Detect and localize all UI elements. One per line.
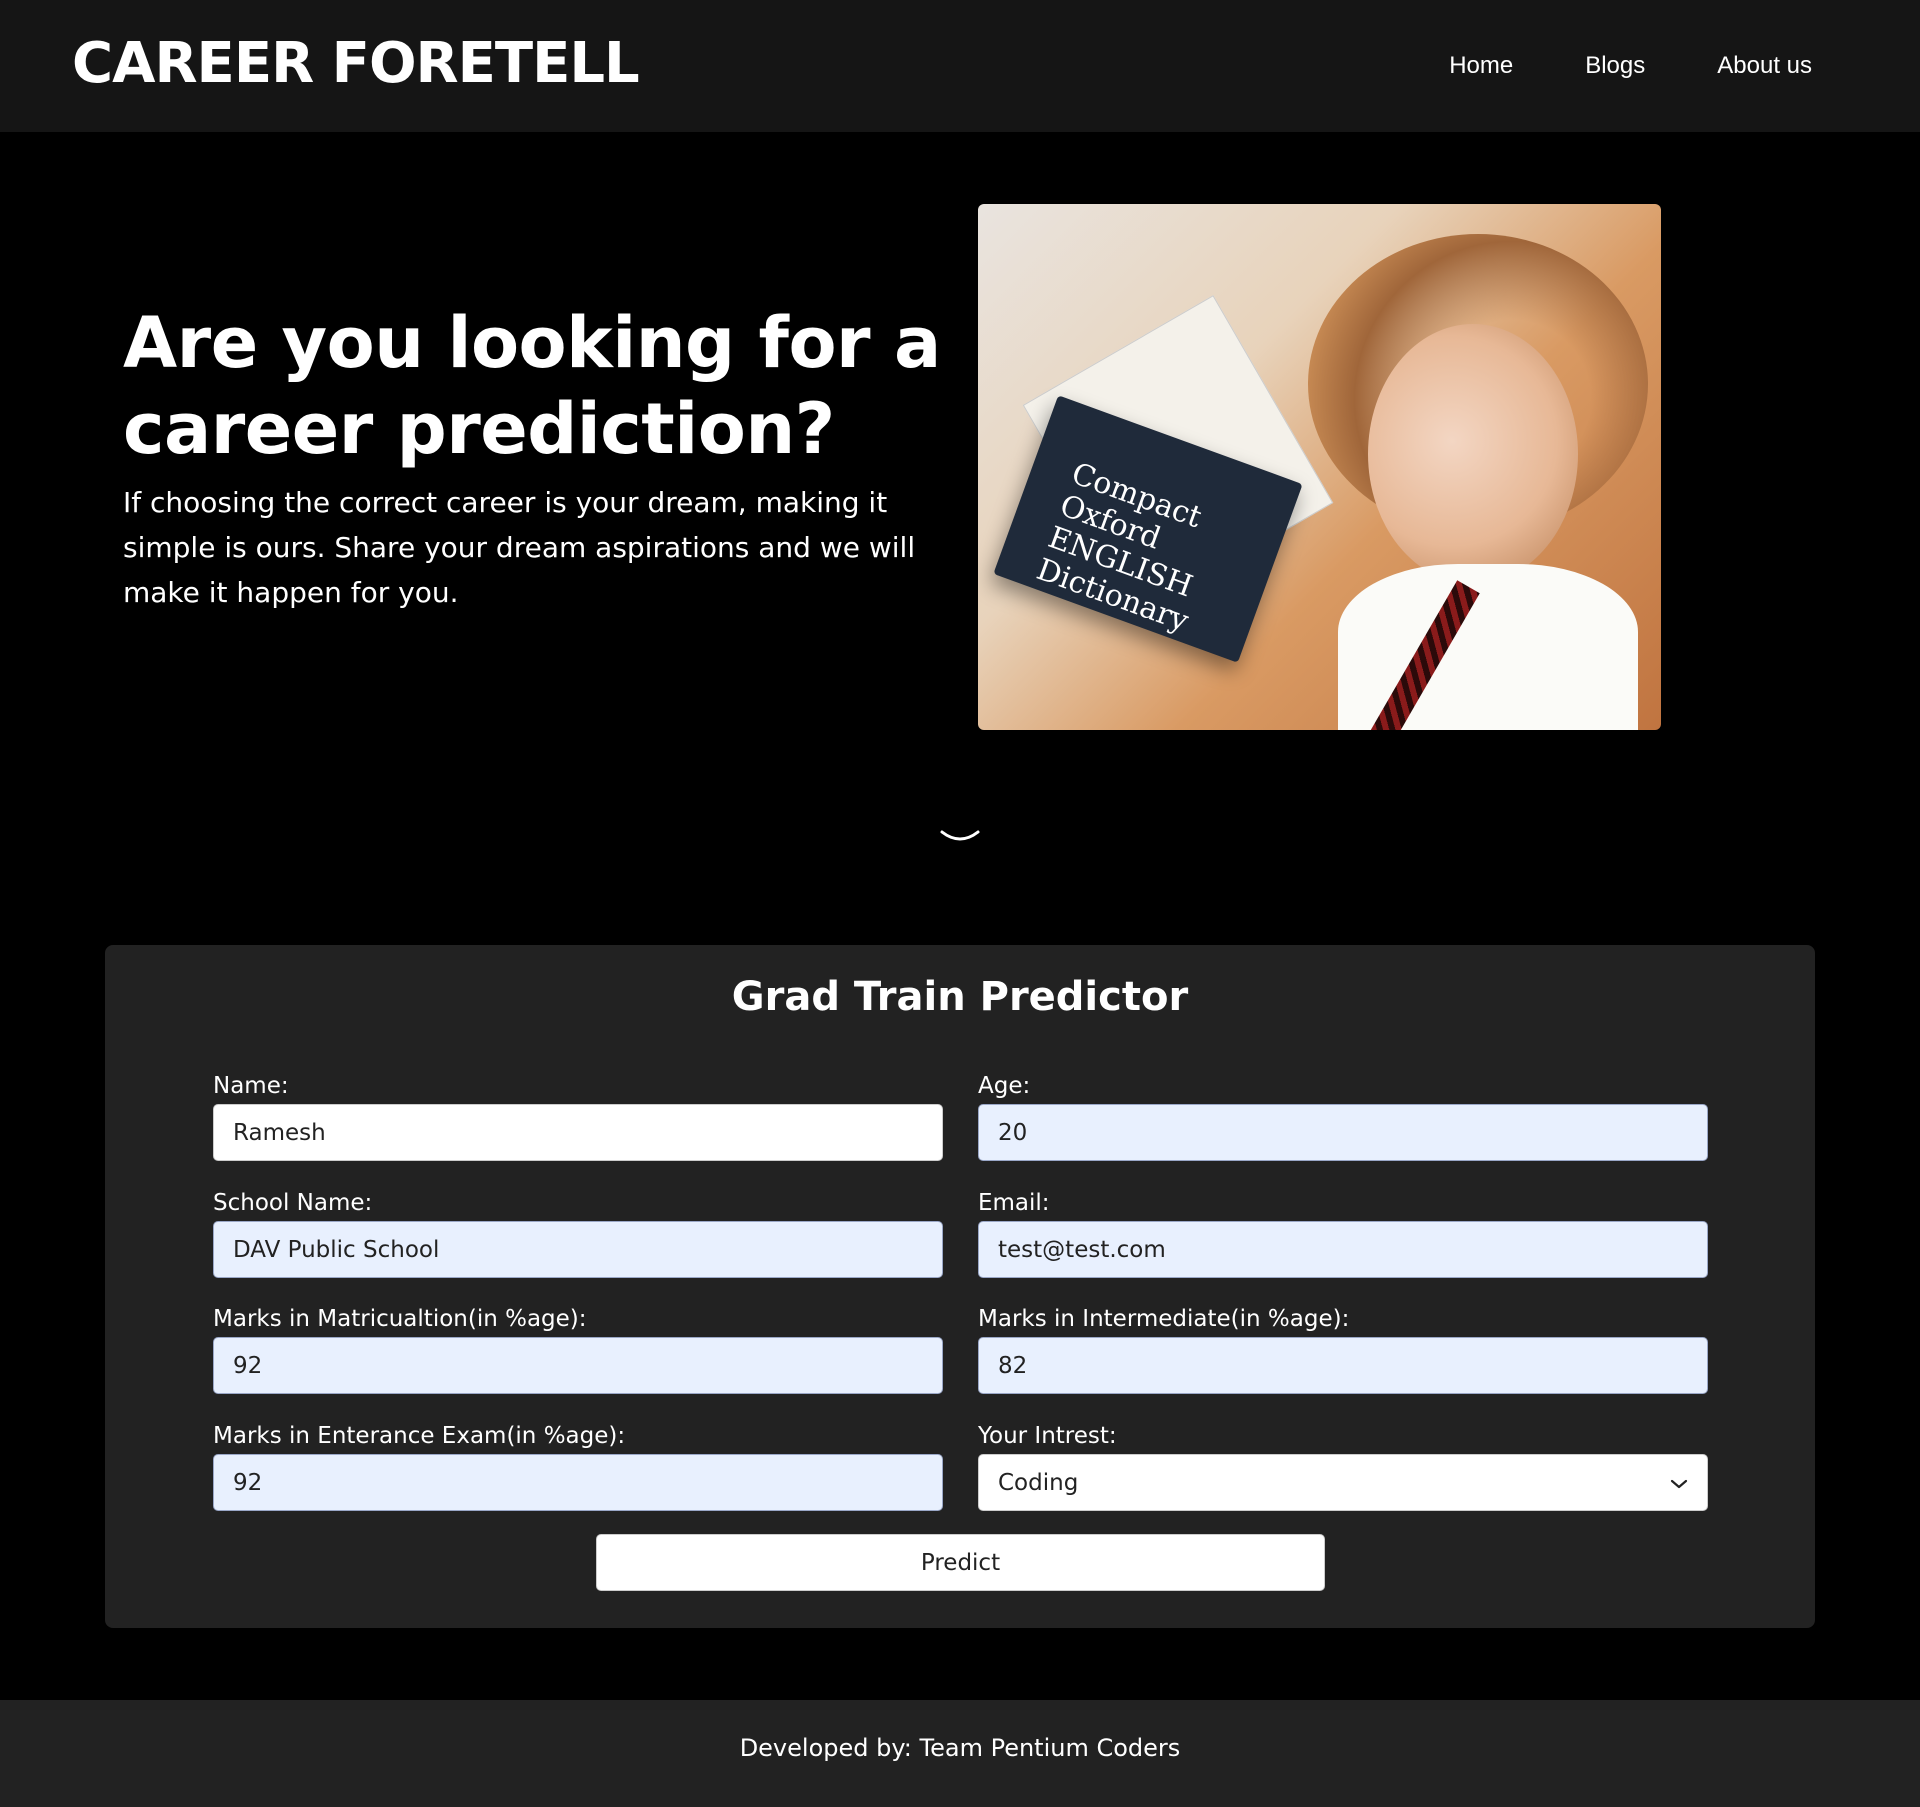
age-input[interactable] [978,1104,1708,1161]
top-navbar: CAREER FORETELL Home Blogs About us [0,0,1920,132]
school-label: School Name: [213,1190,373,1216]
school-input[interactable] [213,1221,943,1278]
form-title: Grad Train Predictor [731,974,1189,1020]
entrance-marks-input[interactable] [213,1454,943,1511]
interest-select[interactable]: Coding [978,1454,1708,1511]
brand-logo[interactable]: CAREER FORETELL [72,28,640,100]
hero-image: Compact Oxford ENGLISH Dictionary [978,204,1661,730]
email-input[interactable] [978,1221,1708,1278]
intermediate-marks-label: Marks in Intermediate(in %age): [978,1306,1350,1332]
interest-selected-value: Coding [998,1469,1079,1496]
matric-marks-label: Marks in Matricualtion(in %age): [213,1306,587,1332]
chevron-down-icon[interactable] [940,828,980,848]
main-nav: Home Blogs About us [1449,48,1812,84]
email-label: Email: [978,1190,1050,1216]
name-label: Name: [213,1073,289,1099]
predictor-form-card: Grad Train Predictor Name: Age: School N… [105,945,1815,1628]
nav-link-about[interactable]: About us [1717,48,1812,84]
age-label: Age: [978,1073,1031,1099]
hero-subtitle: If choosing the correct career is your d… [123,486,916,609]
matric-marks-input[interactable] [213,1337,943,1394]
nav-link-home[interactable]: Home [1449,48,1513,84]
hero-image-collar [1338,564,1638,730]
interest-label: Your Intrest: [978,1423,1117,1449]
name-input[interactable] [213,1104,943,1161]
nav-link-blogs[interactable]: Blogs [1585,48,1645,84]
hero-title: Are you looking for a career prediction? [123,302,941,470]
hero-image-face [1368,324,1578,584]
footer: Developed by: Team Pentium Coders [0,1700,1920,1807]
predict-button[interactable]: Predict [596,1534,1325,1591]
footer-credit: Developed by: Team Pentium Coders [739,1734,1181,1762]
entrance-marks-label: Marks in Enterance Exam(in %age): [213,1423,626,1449]
intermediate-marks-input[interactable] [978,1337,1708,1394]
chevron-down-icon [1670,1470,1688,1496]
